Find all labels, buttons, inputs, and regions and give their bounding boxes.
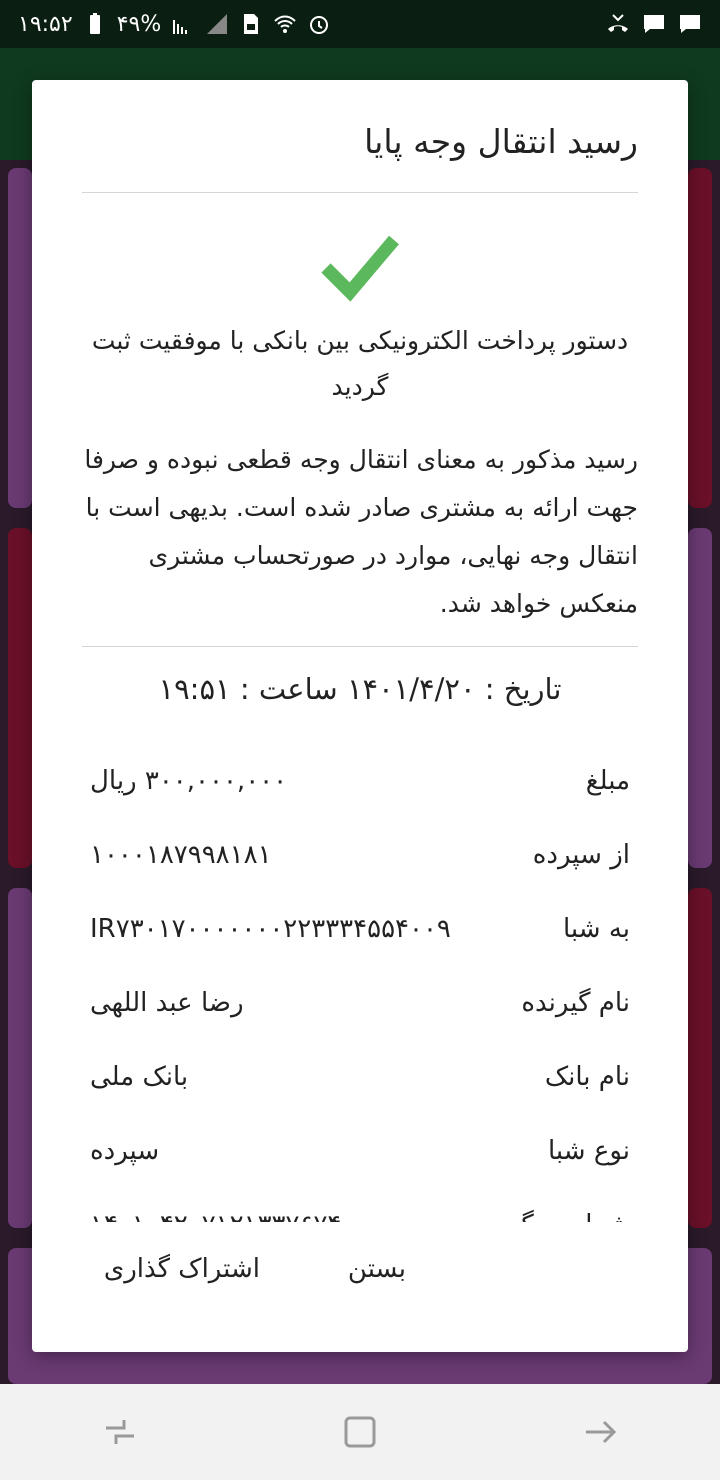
detail-label: نام گیرنده: [521, 988, 630, 1018]
success-message: دستور پرداخت الکترونیکی بین بانکی با موف…: [91, 326, 629, 401]
missed-call-icon: [608, 14, 628, 32]
bg-tile: [688, 528, 712, 868]
detail-row-bank: نام بانک بانک ملی: [90, 1040, 630, 1114]
status-time: ۱۹:۵۲: [18, 11, 73, 37]
detail-label: نام بانک: [544, 1062, 630, 1092]
back-arrow-icon: [586, 1420, 617, 1444]
home-icon: [344, 1416, 376, 1448]
detail-value: بانک ملی: [90, 1062, 189, 1092]
detail-value: رضا عبد اللهی: [90, 988, 244, 1018]
battery-icon: [89, 13, 100, 34]
detail-value: ۱۰۰۰۱۸۷۹۹۸۱۸۱: [90, 840, 272, 870]
detail-row-recipient: نام گیرنده رضا عبد اللهی: [90, 966, 630, 1040]
status-battery: ۴۹%: [116, 11, 162, 37]
success-check-icon: [321, 235, 399, 302]
detail-row-sheba: به شبا IR۷۳۰۱۷۰۰۰۰۰۰۰۲۲۳۳۳۴۵۵۴۰۰۹: [90, 892, 630, 966]
dialog-title: رسید انتقال وجه پایا: [364, 122, 638, 161]
detail-value: ۱۴۰۱۰۴۲۰۷۱۲۱۳۳۷۶۷۴: [90, 1210, 341, 1222]
detail-row-tracking: شماره پیگیری ۱۴۰۱۰۴۲۰۷۱۲۱۳۳۷۶۷۴: [90, 1188, 630, 1222]
status-left: ۱۹:۵۲ ۴۹%: [18, 12, 331, 37]
status-bar: ۱۹:۵۲ ۴۹%: [0, 0, 720, 48]
back-button[interactable]: [570, 1402, 630, 1462]
detail-label: به شبا: [563, 914, 630, 944]
alarm-icon: [310, 16, 329, 34]
message-icon-2: [680, 15, 700, 33]
system-nav-bar: [0, 1384, 720, 1480]
close-button[interactable]: بستن: [348, 1254, 406, 1284]
home-button[interactable]: [330, 1402, 390, 1462]
bg-tile: [688, 888, 712, 1228]
receipt-datetime: تاریخ : ۱۴۰۱/۴/۲۰ ساعت : ۱۹:۵۱: [158, 672, 562, 706]
signal-bars-icon: [173, 20, 188, 34]
detail-row-sheba-type: نوع شبا سپرده: [90, 1114, 630, 1188]
bg-tile: [8, 168, 32, 508]
recent-apps-icon: [106, 1420, 134, 1444]
detail-value: IR۷۳۰۱۷۰۰۰۰۰۰۰۲۲۳۳۳۴۵۵۴۰۰۹: [90, 914, 451, 944]
detail-label: شماره پیگیری: [479, 1210, 630, 1222]
note-divider: [82, 646, 638, 647]
wifi-icon: [274, 15, 296, 33]
detail-value: سپرده: [90, 1136, 160, 1166]
dialog-actions: بستن اشتراک گذاری: [32, 1242, 688, 1302]
detail-label: نوع شبا: [548, 1136, 630, 1166]
receipt-details: مبلغ ۳۰۰,۰۰۰,۰۰۰ ریال از سپرده ۱۰۰۰۱۸۷۹۹…: [90, 744, 630, 1222]
recent-apps-button[interactable]: [90, 1402, 150, 1462]
signal-icon: [207, 14, 228, 34]
detail-label: از سپرده: [532, 840, 630, 870]
sim-card-icon: [244, 14, 259, 34]
detail-row-source: از سپرده ۱۰۰۰۱۸۷۹۹۸۱۸۱: [90, 818, 630, 892]
bg-tile: [688, 168, 712, 508]
share-button[interactable]: اشتراک گذاری: [104, 1254, 260, 1284]
title-divider: [82, 192, 638, 193]
detail-value: ۳۰۰,۰۰۰,۰۰۰ ریال: [90, 766, 288, 796]
status-right: [606, 12, 702, 36]
receipt-dialog: رسید انتقال وجه پایا دستور پرداخت الکترو…: [32, 80, 688, 1352]
bg-tile: [8, 888, 32, 1228]
bg-tile: [8, 528, 32, 868]
message-icon: [644, 15, 664, 33]
detail-label: مبلغ: [585, 766, 630, 796]
detail-row-amount: مبلغ ۳۰۰,۰۰۰,۰۰۰ ریال: [90, 744, 630, 818]
receipt-note: رسید مذکور به معنای انتقال وجه قطعی نبود…: [84, 445, 638, 618]
